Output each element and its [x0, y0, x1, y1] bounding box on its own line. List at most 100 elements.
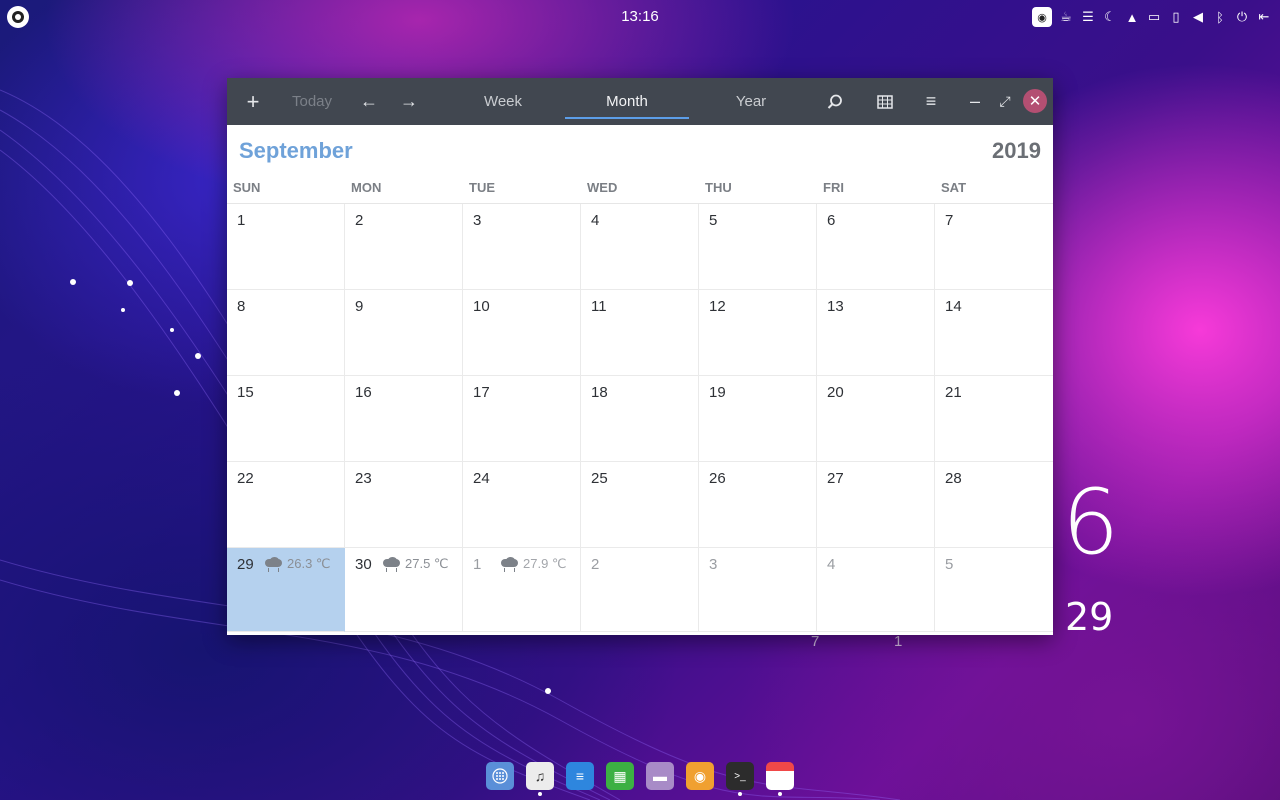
- day-cell[interactable]: 26: [699, 462, 817, 548]
- day-cell[interactable]: 14: [935, 290, 1053, 376]
- launcher-icon[interactable]: [7, 6, 29, 28]
- day-cell[interactable]: 7: [935, 204, 1053, 290]
- day-cell[interactable]: 1: [227, 204, 345, 290]
- weekday-label: SAT: [941, 180, 967, 195]
- rain-cloud-icon: [383, 557, 400, 572]
- day-cell[interactable]: 27: [817, 462, 935, 548]
- logout-icon[interactable]: ⇤: [1256, 8, 1272, 26]
- day-cell[interactable]: 19: [699, 376, 817, 462]
- day-cell-next-month[interactable]: 1 27.9 ℃: [463, 548, 581, 632]
- launcher-app-icon[interactable]: [486, 762, 514, 790]
- today-button[interactable]: Today: [282, 78, 342, 125]
- app-indicator-icon[interactable]: ◉: [1032, 7, 1052, 27]
- terminal-app-icon[interactable]: >_: [726, 762, 754, 796]
- day-number: 1: [237, 212, 246, 229]
- top-panel: 13:16 ◉ ☕ ☰ ☾ ▲ ▭ ▯ ◀ ᛒ ⏻ ⇤: [0, 0, 1280, 34]
- day-cell[interactable]: 5: [699, 204, 817, 290]
- day-number: 6: [827, 212, 836, 229]
- weather-forecast: 26.3 ℃: [265, 556, 331, 572]
- maximize-button[interactable]: ⤢: [993, 78, 1017, 125]
- add-event-button[interactable]: +: [241, 78, 265, 125]
- day-number: 11: [591, 298, 607, 315]
- day-number: 4: [827, 556, 836, 573]
- battery-icon[interactable]: ▯: [1168, 8, 1184, 26]
- day-cell[interactable]: 20: [817, 376, 935, 462]
- day-cell[interactable]: 25: [581, 462, 699, 548]
- desktop-date-number: 29: [1065, 595, 1114, 639]
- folder-icon[interactable]: ▭: [1146, 8, 1162, 26]
- day-number: 3: [709, 556, 718, 573]
- tab-year[interactable]: Year: [689, 78, 813, 125]
- night-mode-icon[interactable]: ☾: [1102, 8, 1118, 26]
- day-cell-next-month[interactable]: 5: [935, 548, 1053, 632]
- desktop-day-number: 6: [1062, 470, 1120, 575]
- day-cell[interactable]: 16: [345, 376, 463, 462]
- day-cell[interactable]: 28: [935, 462, 1053, 548]
- tab-month[interactable]: Month: [565, 78, 689, 125]
- search-icon[interactable]: [823, 78, 847, 125]
- day-number: 9: [355, 298, 364, 315]
- panel-clock[interactable]: 13:16: [600, 8, 680, 25]
- day-cell[interactable]: 13: [817, 290, 935, 376]
- calendar-window: + Today ← → Week Month Year ≡ – ⤢ ✕ Sept…: [227, 78, 1053, 635]
- day-cell[interactable]: 6: [817, 204, 935, 290]
- volume-icon[interactable]: ◀: [1190, 8, 1206, 26]
- next-button[interactable]: →: [397, 78, 421, 125]
- music-app-icon[interactable]: ♫: [526, 762, 554, 796]
- day-cell-next-month[interactable]: 2: [581, 548, 699, 632]
- minimize-button[interactable]: –: [963, 78, 987, 125]
- day-cell[interactable]: 2: [345, 204, 463, 290]
- coffee-icon[interactable]: ☕: [1058, 8, 1074, 26]
- day-number: 5: [709, 212, 718, 229]
- previous-button[interactable]: ←: [357, 78, 381, 125]
- header-bar: + Today ← → Week Month Year ≡ – ⤢ ✕: [227, 78, 1053, 125]
- day-cell[interactable]: 22: [227, 462, 345, 548]
- notifications-icon[interactable]: ▲: [1124, 8, 1140, 26]
- day-number: 28: [945, 470, 962, 487]
- day-cell[interactable]: 11: [581, 290, 699, 376]
- day-cell[interactable]: 4: [581, 204, 699, 290]
- day-number: 14: [945, 298, 962, 315]
- day-cell[interactable]: 17: [463, 376, 581, 462]
- day-cell[interactable]: 9: [345, 290, 463, 376]
- close-button[interactable]: ✕: [1023, 89, 1047, 113]
- calendar-grid-icon[interactable]: [873, 78, 897, 125]
- day-cell-next-month[interactable]: 4: [817, 548, 935, 632]
- day-number: 29: [237, 556, 254, 573]
- day-number: 18: [591, 384, 608, 401]
- power-icon[interactable]: ⏻: [1234, 8, 1250, 26]
- day-cell-next-month[interactable]: 3: [699, 548, 817, 632]
- day-number: 19: [709, 384, 726, 401]
- weekday-label: TUE: [469, 180, 495, 195]
- menu-icon[interactable]: ☰: [1080, 8, 1096, 26]
- calendar-app-icon[interactable]: [766, 762, 794, 796]
- files-app-icon[interactable]: ▬: [646, 762, 674, 790]
- day-number: 12: [709, 298, 726, 315]
- day-cell[interactable]: 24: [463, 462, 581, 548]
- day-cell[interactable]: 12: [699, 290, 817, 376]
- day-cell[interactable]: 23: [345, 462, 463, 548]
- day-number: 7: [945, 212, 954, 229]
- day-number: 10: [473, 298, 490, 315]
- day-cell[interactable]: 10: [463, 290, 581, 376]
- day-cell[interactable]: 30 27.5 ℃: [345, 548, 463, 632]
- weekday-label: WED: [587, 180, 618, 195]
- day-cell[interactable]: 15: [227, 376, 345, 462]
- day-cell-today[interactable]: 29 26.3 ℃: [227, 548, 345, 632]
- weekday-header: SUN MON TUE WED THU FRI SAT: [227, 177, 1053, 204]
- hamburger-menu-icon[interactable]: ≡: [919, 78, 943, 125]
- weekday-label: SUN: [233, 180, 261, 195]
- text-editor-app-icon[interactable]: ≡: [566, 762, 594, 790]
- day-number: 24: [473, 470, 490, 487]
- day-cell[interactable]: 3: [463, 204, 581, 290]
- day-cell[interactable]: 8: [227, 290, 345, 376]
- day-number: 20: [827, 384, 844, 401]
- day-number: 16: [355, 384, 372, 401]
- spreadsheet-app-icon[interactable]: ▦: [606, 762, 634, 790]
- browser-app-icon[interactable]: ◉: [686, 762, 714, 790]
- day-cell[interactable]: 18: [581, 376, 699, 462]
- month-header: September 2019: [227, 125, 1053, 177]
- tab-week[interactable]: Week: [441, 78, 565, 125]
- day-cell[interactable]: 21: [935, 376, 1053, 462]
- bluetooth-icon[interactable]: ᛒ: [1212, 8, 1228, 26]
